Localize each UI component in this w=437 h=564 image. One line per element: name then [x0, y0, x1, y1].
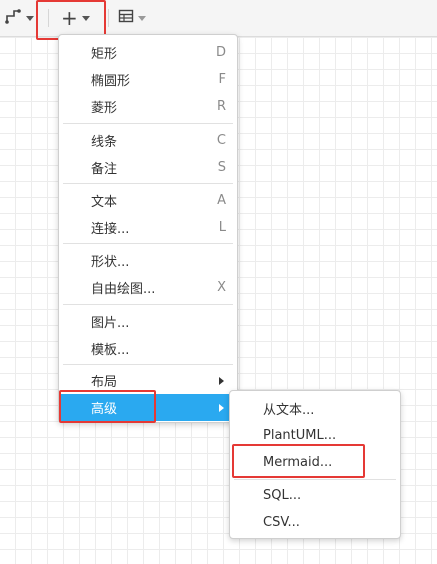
menu-item-label: 图片...: [91, 316, 130, 331]
menu-item-shortcut: X: [217, 280, 226, 295]
menu-item-label: CSV...: [263, 515, 300, 530]
waypoints-button[interactable]: [4, 6, 34, 30]
advanced-submenu: 从文本... PlantUML... Mermaid... SQL... CSV…: [229, 390, 401, 539]
menu-item-layout[interactable]: 布局: [59, 367, 237, 394]
submenu-item-sql[interactable]: SQL...: [230, 482, 400, 509]
menu-item-label: 椭圆形: [91, 74, 131, 89]
menu-item-note[interactable]: 备注 S: [59, 154, 237, 181]
menu-item-rhombus[interactable]: 菱形 R: [59, 93, 237, 120]
menu-separator: [234, 479, 396, 480]
menu-item-link[interactable]: 连接... L: [59, 214, 237, 241]
menu-item-label: 自由绘图...: [91, 282, 156, 297]
insert-button[interactable]: +: [61, 6, 90, 30]
menu-item-shortcut: C: [216, 133, 226, 148]
menu-item-label: 模板...: [91, 343, 130, 358]
menu-item-label: 菱形: [91, 101, 118, 116]
menu-item-shortcut: R: [216, 99, 226, 114]
menu-item-label: 高级: [91, 402, 118, 417]
submenu-item-csv[interactable]: CSV...: [230, 509, 400, 536]
menu-item-rectangle[interactable]: 矩形 D: [59, 39, 237, 66]
submenu-arrow-icon: [219, 403, 224, 412]
menu-item-label: SQL...: [263, 488, 302, 503]
menu-item-ellipse[interactable]: 椭圆形 F: [59, 66, 237, 93]
submenu-item-from-text[interactable]: 从文本...: [230, 395, 400, 422]
menu-separator: [63, 364, 233, 365]
toolbar-separator: [108, 9, 109, 27]
menu-item-label: 从文本...: [263, 403, 315, 418]
caret-down-icon: [81, 15, 90, 21]
caret-down-icon: [26, 15, 34, 21]
menu-item-label: 形状...: [91, 255, 130, 270]
menu-item-line[interactable]: 线条 C: [59, 127, 237, 154]
menu-item-label: 布局: [91, 375, 118, 390]
table-button[interactable]: [118, 6, 146, 30]
toolbar-separator: [48, 9, 49, 27]
plus-icon: +: [61, 6, 78, 30]
menu-separator: [63, 123, 233, 124]
menu-item-shortcut: A: [217, 193, 226, 208]
menu-item-shortcut: S: [217, 160, 226, 175]
insert-menu: 矩形 D 椭圆形 F 菱形 R 线条 C 备注 S 文本 A 连接... L 形…: [58, 34, 238, 423]
caret-down-icon: [138, 15, 146, 21]
menu-item-advanced[interactable]: 高级: [59, 394, 237, 421]
menu-item-shortcut: D: [215, 45, 226, 60]
menu-item-label: PlantUML...: [263, 428, 337, 443]
menu-item-shapes[interactable]: 形状...: [59, 247, 237, 274]
menu-item-text[interactable]: 文本 A: [59, 187, 237, 214]
submenu-item-mermaid[interactable]: Mermaid...: [230, 449, 400, 476]
menu-item-label: 备注: [91, 162, 118, 177]
toolbar: +: [0, 0, 437, 37]
menu-item-image[interactable]: 图片...: [59, 308, 237, 335]
submenu-item-plantuml[interactable]: PlantUML...: [230, 422, 400, 449]
menu-item-template[interactable]: 模板...: [59, 335, 237, 362]
menu-item-label: 矩形: [91, 47, 118, 62]
menu-separator: [63, 304, 233, 305]
table-icon: [118, 8, 134, 28]
menu-item-shortcut: L: [218, 220, 226, 235]
menu-item-label: 线条: [91, 135, 118, 150]
submenu-arrow-icon: [219, 376, 224, 385]
menu-item-label: 连接...: [91, 222, 130, 237]
menu-item-label: 文本: [91, 195, 118, 210]
menu-item-freehand[interactable]: 自由绘图... X: [59, 274, 237, 301]
waypoint-connector-icon: [4, 7, 22, 29]
menu-separator: [63, 183, 233, 184]
menu-item-label: Mermaid...: [263, 455, 333, 470]
menu-separator: [63, 243, 233, 244]
menu-item-shortcut: F: [218, 72, 226, 87]
